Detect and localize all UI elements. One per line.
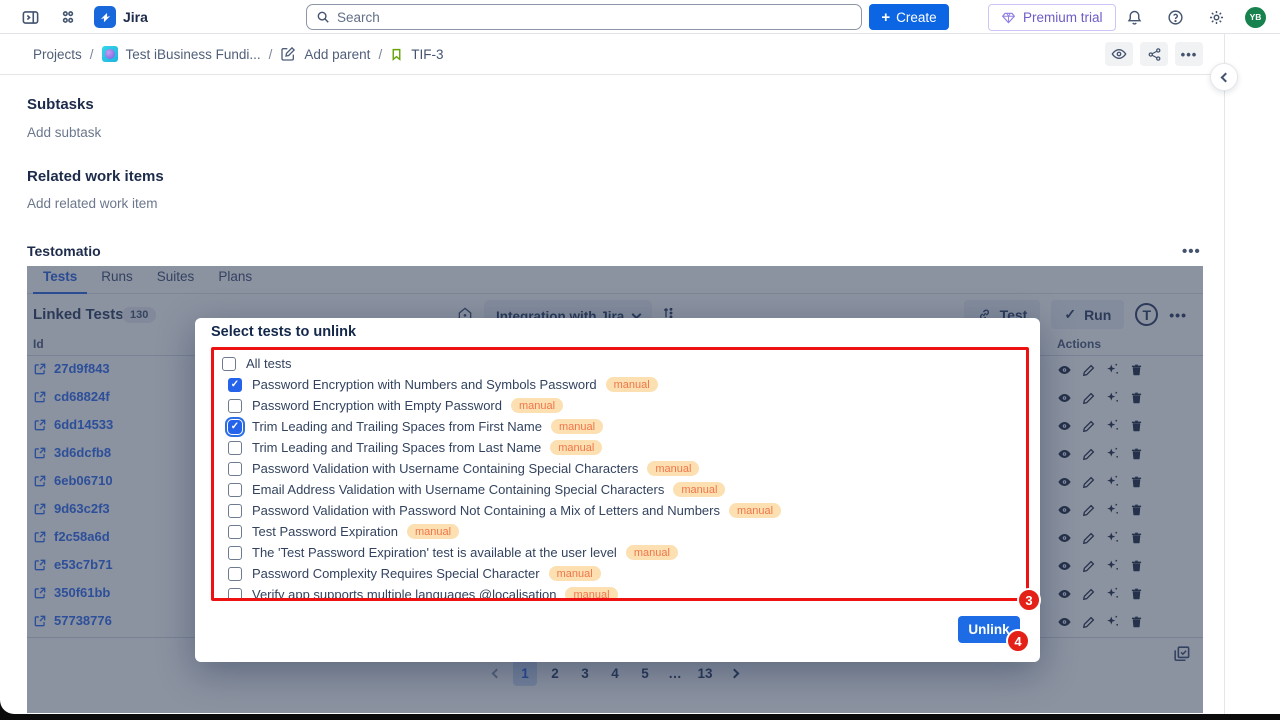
test-checkbox-row[interactable]: Password Validation with Username Contai… bbox=[219, 458, 1026, 479]
divider bbox=[0, 74, 1224, 75]
annotation-step-3: 3 bbox=[1017, 588, 1041, 612]
all-tests-row[interactable]: All tests bbox=[219, 353, 1026, 374]
test-label: Password Encryption with Empty Password bbox=[252, 398, 502, 413]
sidebar-toggle-icon[interactable] bbox=[18, 5, 42, 29]
project-avatar bbox=[102, 46, 118, 62]
test-checkbox[interactable] bbox=[228, 588, 242, 602]
user-avatar[interactable]: YB bbox=[1245, 7, 1266, 28]
add-parent-edit-icon bbox=[280, 46, 296, 62]
breadcrumb-issue-key[interactable]: TIF-3 bbox=[411, 47, 443, 62]
gem-icon bbox=[1001, 11, 1016, 25]
more-options-button[interactable]: ••• bbox=[1175, 42, 1203, 66]
manual-badge: manual bbox=[565, 587, 617, 601]
search-icon bbox=[316, 10, 330, 24]
test-label: Password Complexity Requires Special Cha… bbox=[252, 566, 540, 581]
help-icon[interactable] bbox=[1163, 5, 1187, 29]
panel-collapse-button[interactable] bbox=[1210, 63, 1238, 91]
related-items-heading: Related work items bbox=[27, 168, 164, 185]
manual-badge: manual bbox=[549, 566, 601, 581]
test-label: Trim Leading and Trailing Spaces from La… bbox=[252, 440, 541, 455]
breadcrumb: Projects / Test iBusiness Fundi... / Add… bbox=[0, 34, 1280, 74]
notifications-bell-icon[interactable] bbox=[1122, 5, 1146, 29]
subtasks-heading: Subtasks bbox=[27, 96, 94, 113]
widget-menu-button[interactable]: ••• bbox=[1182, 243, 1201, 260]
jira-logo-icon bbox=[94, 6, 116, 28]
top-navigation: Jira Search + Create Premium trial bbox=[0, 0, 1280, 34]
test-checkbox-row[interactable]: The 'Test Password Expiration' test is a… bbox=[219, 542, 1026, 563]
manual-badge: manual bbox=[729, 503, 781, 518]
manual-badge: manual bbox=[511, 398, 563, 413]
test-label: The 'Test Password Expiration' test is a… bbox=[252, 545, 617, 560]
test-checkbox-list: ✓ Password Encryption with Numbers and Sy… bbox=[219, 374, 1026, 601]
jira-home-link[interactable]: Jira bbox=[94, 6, 148, 28]
right-panel-divider bbox=[1224, 34, 1225, 714]
annotation-step-4: 4 bbox=[1006, 629, 1030, 653]
manual-badge: manual bbox=[550, 440, 602, 455]
share-button[interactable] bbox=[1140, 42, 1168, 66]
testomatio-heading: Testomatio bbox=[27, 243, 101, 259]
manual-badge: manual bbox=[647, 461, 699, 476]
test-label: Password Validation with Username Contai… bbox=[252, 461, 638, 476]
manual-badge: manual bbox=[673, 482, 725, 497]
manual-badge: manual bbox=[407, 524, 459, 539]
test-checkbox-row[interactable]: Password Validation with Password Not Co… bbox=[219, 500, 1026, 521]
test-label: Verify app supports multiple languages @… bbox=[252, 587, 556, 601]
breadcrumb-projects[interactable]: Projects bbox=[33, 47, 82, 62]
test-checkbox-row[interactable]: Trim Leading and Trailing Spaces from La… bbox=[219, 437, 1026, 458]
jira-page: Jira Search + Create Premium trial bbox=[0, 0, 1280, 714]
add-related-item-link[interactable]: Add related work item bbox=[27, 196, 158, 211]
manual-badge: manual bbox=[626, 545, 678, 560]
all-tests-checkbox[interactable] bbox=[222, 357, 236, 371]
test-checkbox-row[interactable]: Password Complexity Requires Special Cha… bbox=[219, 563, 1026, 584]
premium-trial-button[interactable]: Premium trial bbox=[988, 4, 1116, 31]
test-checkbox[interactable]: ✓ bbox=[228, 378, 242, 392]
test-checkbox-row[interactable]: Verify app supports multiple languages @… bbox=[219, 584, 1026, 601]
test-checkbox-row[interactable]: Email Address Validation with Username C… bbox=[219, 479, 1026, 500]
annotation-red-box: All tests ✓ Password Encryption with Numb… bbox=[211, 347, 1029, 601]
modal-title: Select tests to unlink bbox=[211, 324, 356, 340]
test-label: Test Password Expiration bbox=[252, 524, 398, 539]
test-label: Password Encryption with Numbers and Sym… bbox=[252, 377, 597, 392]
settings-gear-icon[interactable] bbox=[1204, 5, 1228, 29]
test-checkbox[interactable] bbox=[228, 504, 242, 518]
app-title: Jira bbox=[123, 9, 148, 25]
test-checkbox-row[interactable]: Test Password Expiration manual bbox=[219, 521, 1026, 542]
app-switcher-icon[interactable] bbox=[56, 5, 80, 29]
test-checkbox-row[interactable]: Password Encryption with Empty Password m… bbox=[219, 395, 1026, 416]
test-checkbox[interactable] bbox=[228, 483, 242, 497]
manual-badge: manual bbox=[606, 377, 658, 392]
all-tests-label: All tests bbox=[246, 356, 292, 371]
unlink-tests-modal: Select tests to unlink All tests ✓ Passwo… bbox=[195, 318, 1040, 662]
add-subtask-link[interactable]: Add subtask bbox=[27, 125, 101, 140]
breadcrumb-add-parent[interactable]: Add parent bbox=[304, 47, 370, 62]
test-checkbox[interactable] bbox=[228, 525, 242, 539]
test-checkbox[interactable] bbox=[228, 462, 242, 476]
breadcrumb-project-name[interactable]: Test iBusiness Fundi... bbox=[126, 47, 261, 62]
issue-type-bookmark-icon bbox=[390, 47, 403, 62]
test-checkbox[interactable] bbox=[228, 441, 242, 455]
test-checkbox[interactable] bbox=[228, 567, 242, 581]
test-label: Password Validation with Password Not Co… bbox=[252, 503, 720, 518]
test-checkbox[interactable]: ✓ bbox=[228, 420, 242, 434]
test-checkbox[interactable] bbox=[228, 546, 242, 560]
test-checkbox-row[interactable]: ✓ Password Encryption with Numbers and Sy… bbox=[219, 374, 1026, 395]
test-checkbox[interactable] bbox=[228, 399, 242, 413]
manual-badge: manual bbox=[551, 419, 603, 434]
watch-eye-button[interactable] bbox=[1105, 42, 1133, 66]
test-label: Trim Leading and Trailing Spaces from Fi… bbox=[252, 419, 542, 434]
search-input[interactable]: Search bbox=[306, 4, 862, 30]
test-checkbox-row[interactable]: ✓ Trim Leading and Trailing Spaces from F… bbox=[219, 416, 1026, 437]
search-placeholder: Search bbox=[337, 10, 380, 25]
test-label: Email Address Validation with Username C… bbox=[252, 482, 664, 497]
plus-icon: + bbox=[881, 10, 890, 25]
create-button[interactable]: + Create bbox=[869, 4, 949, 30]
